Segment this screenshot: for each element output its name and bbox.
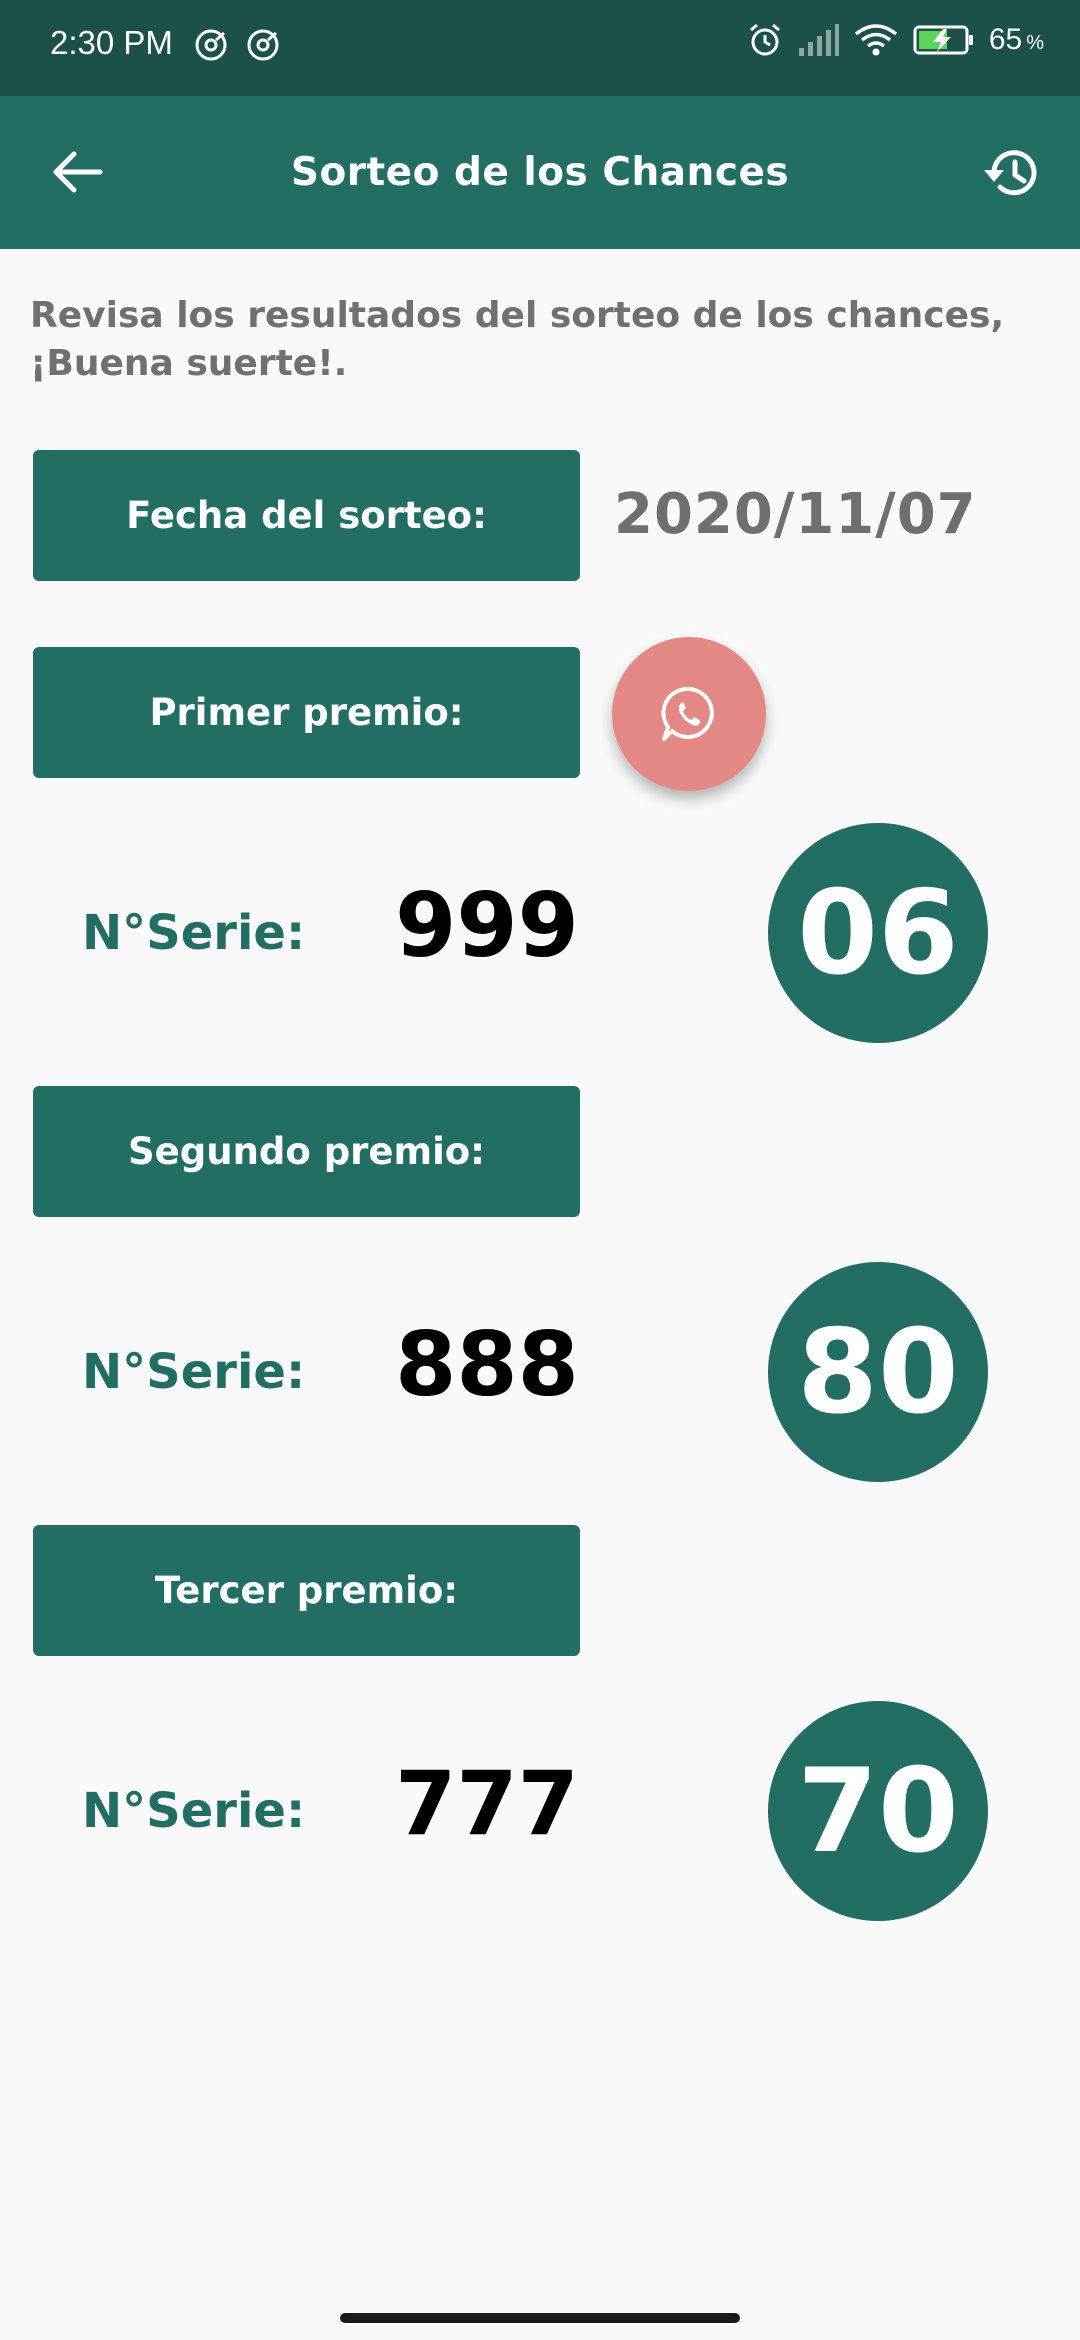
- at-sign-icon: [247, 29, 279, 61]
- first-prize-number: 06: [768, 823, 988, 1043]
- first-prize-label: Primer premio:: [33, 647, 580, 778]
- intro-text: Revisa los resultados del sorteo de los …: [30, 295, 1005, 384]
- app-bar: Sorteo de los Chances: [0, 96, 1080, 249]
- alarm-icon: [749, 23, 780, 56]
- signal-icon: [798, 24, 839, 56]
- third-prize-serie-label: N°Serie:: [82, 1783, 306, 1839]
- whatsapp-share-button[interactable]: [612, 637, 766, 791]
- second-prize-serie-value: 888: [395, 1313, 579, 1416]
- second-prize-number: 80: [768, 1262, 988, 1482]
- first-prize-serie-label: N°Serie:: [82, 905, 306, 961]
- history-icon[interactable]: [982, 142, 1044, 204]
- status-time: 2:30 PM: [50, 24, 173, 61]
- whatsapp-icon: [661, 686, 714, 741]
- battery-charging-icon: [913, 25, 973, 55]
- page-title: Sorteo de los Chances: [290, 150, 790, 195]
- draw-date-label: Fecha del sorteo:: [33, 450, 580, 581]
- third-prize-number: 70: [768, 1701, 988, 1921]
- second-prize-label: Segundo premio:: [33, 1086, 580, 1217]
- third-prize-label: Tercer premio:: [33, 1525, 580, 1656]
- status-bar: 2:30 PM 65 %: [0, 0, 1080, 96]
- third-prize-serie-value: 777: [395, 1752, 579, 1855]
- first-prize-serie-value: 999: [395, 874, 579, 977]
- at-sign-icon: [195, 29, 227, 61]
- status-icons: 65%: [747, 22, 1044, 58]
- wifi-icon: [854, 24, 897, 56]
- draw-date-value: 2020/11/07: [614, 482, 977, 547]
- battery-level: 65%: [988, 23, 1044, 56]
- second-prize-serie-label: N°Serie:: [82, 1344, 306, 1400]
- navigation-handle[interactable]: [340, 2313, 740, 2323]
